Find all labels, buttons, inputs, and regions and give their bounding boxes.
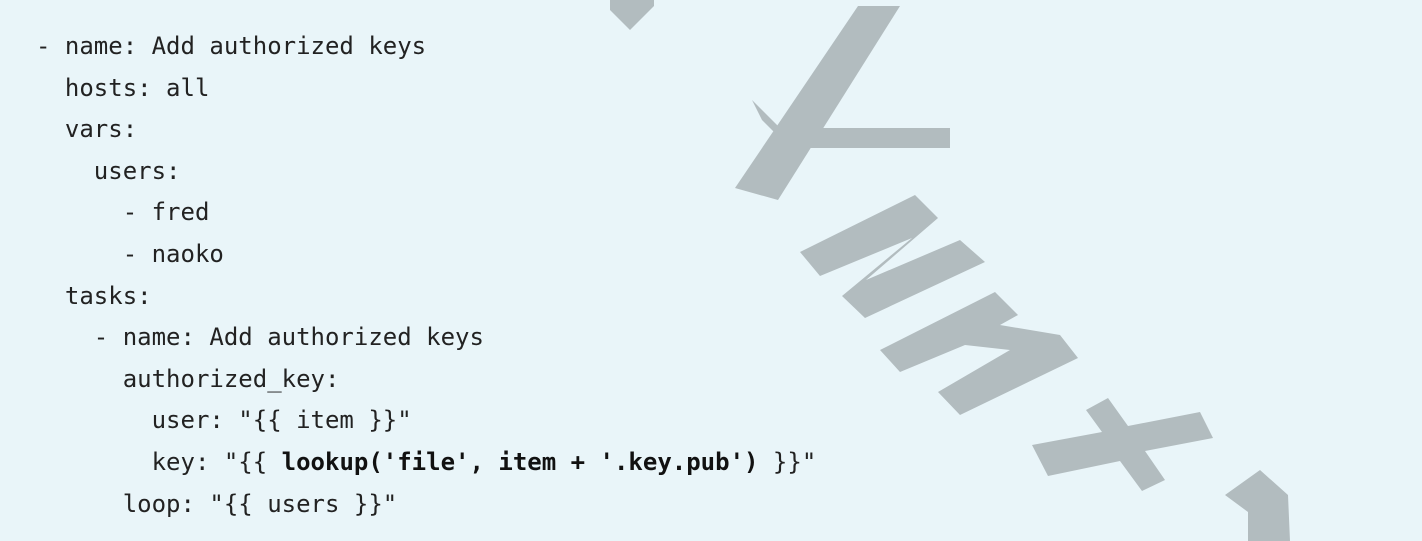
code-line: loop: "{{ users }}" (36, 489, 398, 518)
code-line: - name: Add authorized keys (36, 323, 484, 352)
watermark-letter-x (1032, 398, 1213, 491)
code-listing: - name: Add authorized keys hosts: all v… (36, 26, 816, 525)
code-line-key: key: "{{ lookup('file', item + '.key.pub… (36, 442, 817, 484)
code-line: - name: Add authorized keys (36, 32, 427, 60)
code-line: - naoko (36, 239, 224, 268)
code-line-key-prefix: key: "{{ (36, 447, 282, 476)
code-line: users: (36, 156, 181, 185)
watermark-letter-n (880, 292, 1078, 415)
code-line: - fred (36, 198, 210, 227)
code-line: authorized_key: (36, 364, 340, 393)
code-block: - name: Add authorized keys hosts: all v… (0, 0, 1422, 541)
code-line: hosts: all (36, 73, 210, 102)
code-line: vars: (36, 115, 138, 144)
watermark-letter-u (800, 195, 985, 318)
code-line: user: "{{ item }}" (36, 406, 412, 435)
code-line-key-suffix: }}" (758, 447, 817, 476)
code-line: tasks: (36, 281, 152, 310)
code-line-key-bold: lookup('file', item + '.key.pub') (281, 447, 759, 476)
watermark-letter-partial (1225, 470, 1290, 541)
